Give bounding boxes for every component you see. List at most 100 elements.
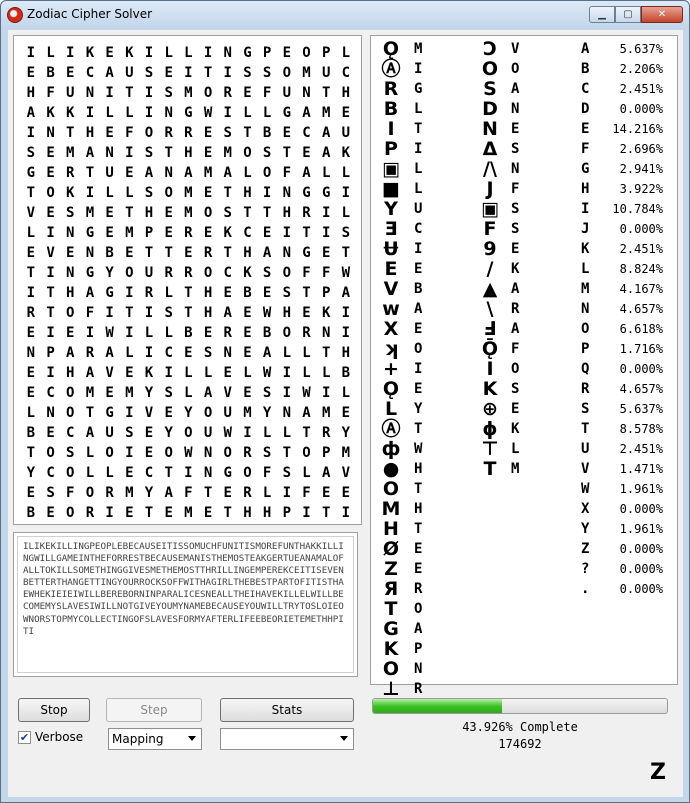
grid-cell: F (321, 265, 331, 281)
grid-row: AKKILLINGWILLGAME (21, 103, 356, 123)
grid-cell: N (203, 445, 213, 461)
grid-cell: N (223, 345, 232, 361)
grid-cell: S (223, 205, 232, 221)
grid-cell: U (125, 65, 134, 81)
grid-row: BECAUSEYOUWILLTRY (21, 423, 356, 443)
cipher-symbol: T (384, 598, 398, 620)
grid-cell: W (341, 265, 351, 281)
grid-row: TOSLOIEOWNORSTOPM (21, 443, 356, 463)
grid-cell: A (302, 165, 311, 181)
plain-letter: E (414, 321, 423, 337)
verbose-checkbox[interactable]: ✔ (18, 730, 31, 744)
plain-letter: I (414, 141, 423, 157)
grid-cell: I (105, 305, 114, 321)
cipher-symbol: /\ (483, 158, 497, 180)
plain-letter: L (414, 181, 423, 197)
secondary-dropdown[interactable] (220, 728, 354, 750)
grid-cell: B (262, 325, 272, 341)
stop-button[interactable]: Stop (18, 698, 90, 722)
grid-cell: R (164, 265, 173, 281)
close-button[interactable]: ✕ (641, 6, 683, 23)
grid-cell: M (341, 445, 351, 461)
frequency-percent: 2.696% (619, 142, 663, 156)
grid-cell: N (26, 345, 36, 361)
grid-cell: I (125, 405, 134, 421)
grid-cell: T (125, 305, 134, 321)
grid-row: EIHAVEKILLELWILLB (21, 363, 356, 383)
frequency-percent: 2.941% (619, 162, 663, 176)
grid-cell: Y (262, 405, 272, 421)
plain-letter: T (414, 121, 423, 137)
cipher-symbol: ▲ (482, 278, 498, 300)
cipher-grid-panel: ILIKEKILLINGPEOPLEBECAUSEITISSOMUCHFUNIT… (13, 35, 362, 525)
minimize-button[interactable]: ▁ (589, 6, 615, 23)
grid-cell: E (26, 365, 36, 381)
grid-cell: S (46, 485, 55, 501)
plain-letter: W (414, 441, 423, 457)
grid-cell: S (144, 185, 154, 201)
grid-cell: F (85, 305, 95, 321)
grid-cell: T (26, 185, 36, 201)
grid-cell: C (243, 225, 252, 241)
grid-cell: G (26, 165, 36, 181)
grid-cell: A (262, 345, 272, 361)
grid-row: HFUNITISMOREFUNTH (21, 83, 356, 103)
grid-cell: M (302, 65, 311, 81)
grid-cell: O (282, 325, 291, 341)
grid-cell: G (302, 185, 311, 201)
grid-cell: E (125, 365, 134, 381)
step-button[interactable]: Step (106, 698, 202, 722)
frequency-percent: 0.000% (619, 362, 663, 376)
mode-dropdown[interactable]: Mapping (108, 728, 202, 750)
grid-cell: S (262, 385, 272, 401)
grid-cell: Y (184, 405, 193, 421)
cipher-symbol: N (482, 118, 498, 140)
grid-cell: E (243, 345, 252, 361)
grid-cell: A (321, 465, 331, 481)
grid-cell: T (223, 245, 232, 261)
grid-cell: S (164, 385, 173, 401)
grid-row: NPARALICESNEALLTH (21, 343, 356, 363)
frequency-letter: L (581, 261, 590, 277)
frequency-percent: 5.637% (619, 42, 663, 56)
stats-button[interactable]: Stats (220, 698, 354, 722)
frequency-letter: G (581, 161, 590, 177)
grid-cell: I (85, 105, 95, 121)
plain-letter: L (511, 441, 520, 457)
plain-letter: U (414, 201, 423, 217)
grid-cell: E (243, 385, 252, 401)
grid-cell: A (262, 245, 272, 261)
frequency-percent: 0.000% (619, 582, 663, 596)
grid-cell: S (243, 65, 252, 81)
grid-cell: E (46, 145, 55, 161)
cipher-symbol: Y (384, 198, 398, 220)
key-panel: Ǫ M Ⓐ I R G B L I T P I ▣ L ■ L Y U Ǝ C Ʉ I E E V Bw A X Eʞ O + I Ǫ E L Y Ⓐ T… (370, 35, 678, 699)
grid-cell: A (105, 345, 114, 361)
caption-buttons: ▁ ▢ ✕ (589, 6, 683, 23)
grid-cell: N (164, 165, 173, 181)
grid-cell: I (341, 505, 351, 521)
solution-text[interactable]: ILIKEKILLINGPEOPLEBECAUSEITISSOMUCHFUNIT… (17, 536, 354, 673)
cipher-symbol: Ø (382, 538, 400, 560)
grid-row: EVENBETTERTHANGET (21, 243, 356, 263)
frequency-percent: 1.716% (619, 342, 663, 356)
grid-cell: T (144, 245, 154, 261)
grid-cell: I (223, 65, 232, 81)
grid-cell: E (46, 165, 55, 181)
grid-row: INTHEFORRESTBECAU (21, 123, 356, 143)
grid-cell: A (26, 105, 36, 121)
grid-cell: L (46, 45, 55, 61)
grid-cell: K (243, 265, 252, 281)
grid-cell: K (125, 45, 134, 61)
grid-cell: B (184, 325, 193, 341)
grid-cell: I (282, 485, 291, 501)
grid-cell: L (184, 385, 193, 401)
maximize-button[interactable]: ▢ (615, 6, 641, 23)
grid-cell: L (341, 165, 351, 181)
grid-cell: L (105, 465, 114, 481)
cipher-symbol: K (383, 638, 399, 660)
mode-dropdown-value: Mapping (112, 732, 164, 746)
plain-letter: R (511, 301, 520, 317)
grid-cell: O (105, 445, 114, 461)
progress-percent: 43.926% Complete (462, 720, 578, 734)
